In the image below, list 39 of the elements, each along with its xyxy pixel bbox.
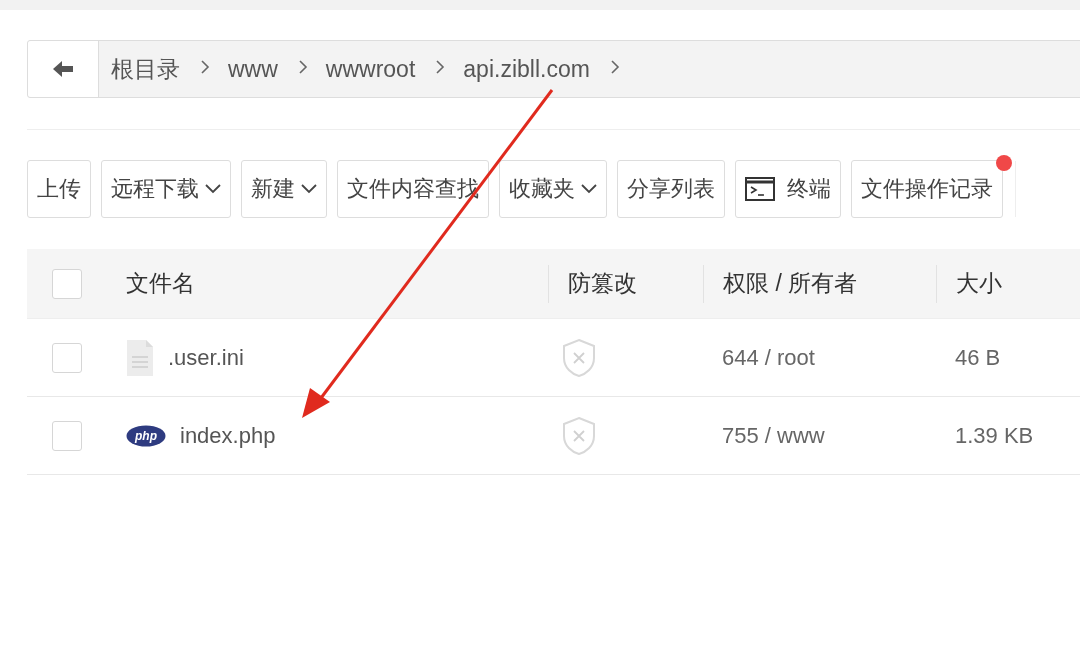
chevron-right-icon [200, 59, 210, 75]
row-checkbox[interactable] [52, 420, 82, 451]
toolbar-button[interactable]: 分享列表 [617, 160, 725, 218]
chevron-down-icon [581, 184, 597, 194]
permissions-text: 644 / root [722, 344, 815, 370]
column-header[interactable]: 权限 / 所有者 [723, 268, 858, 299]
terminal-icon [745, 177, 775, 201]
file-size: 1.39 KB [955, 422, 1034, 448]
document-icon [126, 338, 154, 377]
breadcrumb-item[interactable]: wwwroot [325, 55, 416, 83]
breadcrumb-item[interactable]: www [228, 55, 278, 83]
column-header[interactable]: 大小 [956, 268, 1002, 299]
chevron-right-icon [609, 59, 620, 75]
toolbar-button[interactable]: 远程下载 [101, 160, 231, 218]
column-header[interactable]: 文件名 [126, 268, 195, 299]
permissions-text: 755 / www [722, 422, 825, 448]
shield-x-icon[interactable] [562, 415, 596, 456]
row-checkbox[interactable] [52, 342, 82, 373]
php-file-icon: php [126, 424, 166, 447]
notification-dot [996, 155, 1012, 171]
shield-x-icon[interactable] [562, 337, 596, 378]
chevron-right-icon [297, 59, 308, 75]
breadcrumb-item[interactable]: api.zibll.com [463, 55, 590, 83]
toolbar-button[interactable]: 终端 [735, 160, 841, 218]
breadcrumb-item[interactable]: 根目录 [111, 53, 180, 85]
toolbar-button[interactable]: 收藏夹 [499, 160, 607, 218]
toolbar-button[interactable]: 新建 [241, 160, 327, 218]
select-all-checkbox[interactable] [52, 268, 82, 299]
file-name[interactable]: .user.ini [168, 344, 244, 371]
file-name[interactable]: index.php [180, 422, 276, 449]
chevron-down-icon [205, 184, 221, 194]
file-size: 46 B [955, 344, 1001, 370]
back-arrow-icon [51, 59, 75, 79]
chevron-right-icon [435, 59, 446, 75]
toolbar-button[interactable]: 文件操作记录 [851, 160, 1003, 218]
toolbar-button[interactable]: 上传 [27, 160, 91, 218]
back-button[interactable] [28, 41, 99, 97]
column-header[interactable]: 防篡改 [568, 268, 637, 299]
chevron-down-icon [301, 184, 317, 194]
